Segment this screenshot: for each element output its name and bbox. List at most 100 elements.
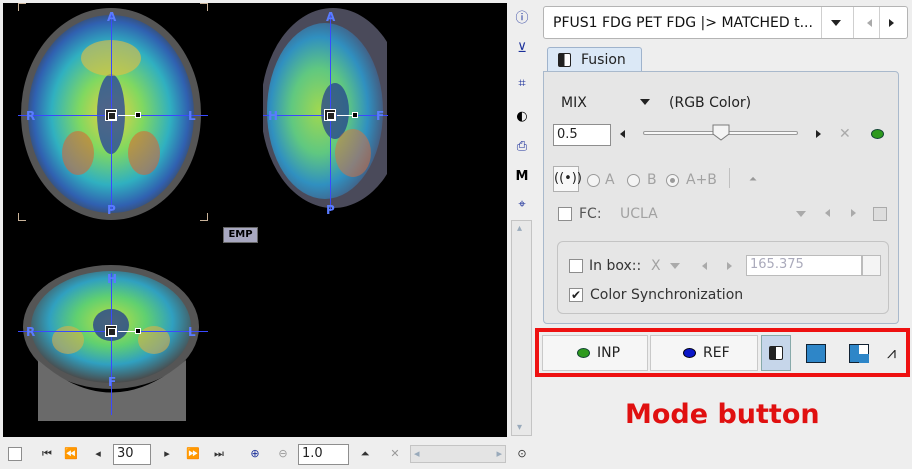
inp-button-label: INP [597, 345, 621, 361]
divider [729, 168, 730, 188]
coronal-pane[interactable]: H F R L [18, 265, 208, 421]
broadcast-icon[interactable]: ((•)) [553, 166, 582, 192]
orientation-label-top: H [107, 272, 118, 286]
orientation-label-left: R [26, 109, 36, 123]
image-viewer[interactable]: A P R L A P H F H F R L [3, 3, 507, 437]
radio-a-plus-b[interactable] [666, 174, 679, 187]
mix-slider-thumb[interactable] [712, 124, 730, 141]
pane-corner [200, 213, 208, 221]
close-icon[interactable]: ✕ [839, 126, 851, 142]
orientation-label-right: L [188, 325, 196, 339]
fusion-mode-select[interactable]: MIX [561, 95, 587, 111]
green-status-icon[interactable] [871, 129, 884, 139]
last-slice-icon[interactable]: ⏭ [212, 446, 226, 462]
triangle-up-icon[interactable]: ⏶ [358, 446, 372, 462]
previous-icon[interactable] [825, 209, 830, 217]
zoom-input[interactable]: 1.0 [298, 444, 349, 465]
split-view-icon[interactable] [849, 344, 869, 363]
next-icon[interactable] [727, 262, 732, 270]
crosshair-arm [337, 115, 353, 116]
in-box-spinner[interactable] [862, 255, 881, 276]
close-icon[interactable]: ✕ [388, 446, 402, 462]
orientation-label-bottom: F [108, 375, 117, 389]
chart-icon[interactable]: ⩘ [887, 343, 896, 363]
inp-button[interactable]: INP [542, 335, 648, 371]
marker-icon[interactable]: M [514, 169, 530, 185]
tab-fusion[interactable]: Fusion [547, 47, 642, 72]
first-slice-icon[interactable]: ⏮ [40, 446, 54, 462]
transaxial-pane[interactable]: A P R L [18, 3, 208, 221]
next-icon[interactable] [851, 209, 856, 217]
fast-forward-icon[interactable]: ⏩ [186, 446, 200, 462]
sagittal-pane[interactable]: A P H F [263, 3, 393, 221]
in-box-group [557, 241, 889, 314]
ref-button[interactable]: REF [650, 335, 758, 371]
crosshair-center-handle[interactable] [324, 109, 336, 121]
series-selector[interactable]: PFUS1 FDG PET FDG |> MATCHED t... [543, 6, 908, 39]
coronal-image [23, 265, 199, 421]
next-slice-icon[interactable]: ▸ [160, 446, 174, 462]
scroll-down-icon[interactable]: ▾ [517, 422, 522, 433]
fusion-icon [769, 346, 783, 360]
link-icon[interactable]: ⊙ [515, 446, 529, 462]
horizontal-scrollbar[interactable]: ◂ ▸ [410, 445, 506, 463]
color-sync-checkbox[interactable]: ✔ [569, 288, 583, 302]
chevron-down-icon[interactable] [831, 20, 841, 26]
print-icon[interactable]: ⎙ [514, 139, 530, 155]
chevron-down-icon[interactable] [640, 99, 650, 105]
zoom-out-icon[interactable]: ⊖ [276, 446, 290, 462]
in-box-axis-select[interactable]: X [651, 258, 661, 274]
radio-a-label: A [605, 172, 615, 188]
radio-b[interactable] [627, 174, 640, 187]
previous-icon[interactable] [702, 262, 707, 270]
orientation-label-top: A [107, 10, 117, 24]
vertical-scrollbar[interactable]: ▴ ▾ [511, 220, 532, 436]
scroll-left-icon[interactable]: ◂ [414, 447, 420, 460]
orientation-label-right: F [376, 109, 385, 123]
in-box-checkbox[interactable] [569, 259, 583, 273]
single-view-icon[interactable] [806, 344, 826, 363]
crosshair-icon[interactable]: ⌖ [514, 197, 530, 213]
prev-slice-icon[interactable]: ◂ [91, 446, 105, 462]
crosshair-arm-handle[interactable] [135, 328, 141, 334]
crosshair-center-handle[interactable] [105, 325, 117, 337]
orientation-label-bottom: P [326, 203, 335, 217]
series-selector-text: PFUS1 FDG PET FDG |> MATCHED t... [553, 15, 813, 31]
orientation-label-right: L [188, 109, 196, 123]
fc-colortable-select[interactable]: UCLA [620, 206, 658, 222]
crosshair-vertical[interactable] [111, 273, 112, 415]
triangle-up-icon[interactable]: ⏶ [749, 174, 757, 185]
scroll-right-icon[interactable]: ▸ [496, 447, 502, 460]
contrast-icon[interactable]: ◐ [514, 109, 530, 125]
orientation-label-left: R [26, 325, 36, 339]
orientation-label-left: H [268, 109, 279, 123]
sync-checkbox[interactable] [8, 447, 22, 461]
decrease-mix-icon[interactable] [620, 130, 625, 138]
in-box-label: In box:: [589, 258, 642, 274]
next-series-icon[interactable] [889, 19, 894, 27]
chevron-down-icon[interactable] [670, 263, 680, 269]
in-box-value-input[interactable]: 165.375 [746, 255, 862, 276]
orientation-label-top: A [326, 10, 336, 24]
zoom-in-icon[interactable]: ⊕ [248, 446, 262, 462]
pane-corner [18, 213, 26, 221]
emp-badge[interactable]: EMP [223, 227, 258, 243]
split-view-icon-part [859, 354, 869, 363]
layout-icon[interactable]: ⊻ [514, 41, 530, 57]
fit-icon[interactable]: ⌗ [514, 76, 530, 92]
slice-input[interactable]: 30 [113, 444, 151, 465]
scroll-up-icon[interactable]: ▴ [517, 223, 522, 234]
fc-checkbox[interactable] [558, 207, 572, 221]
chevron-down-icon[interactable] [796, 211, 806, 217]
crosshair-arm-handle[interactable] [135, 112, 141, 118]
mix-value-input[interactable]: 0.5 [553, 124, 611, 146]
fast-back-icon[interactable]: ⏪ [64, 446, 78, 462]
crosshair-center-handle[interactable] [105, 109, 117, 121]
previous-series-icon[interactable] [867, 19, 872, 27]
radio-a[interactable] [587, 174, 600, 187]
fusion-mode-button[interactable] [761, 335, 791, 371]
colortable-icon[interactable] [873, 207, 887, 221]
increase-mix-icon[interactable] [816, 130, 821, 138]
info-icon[interactable]: ⓘ [514, 11, 530, 27]
crosshair-arm-handle[interactable] [352, 112, 358, 118]
